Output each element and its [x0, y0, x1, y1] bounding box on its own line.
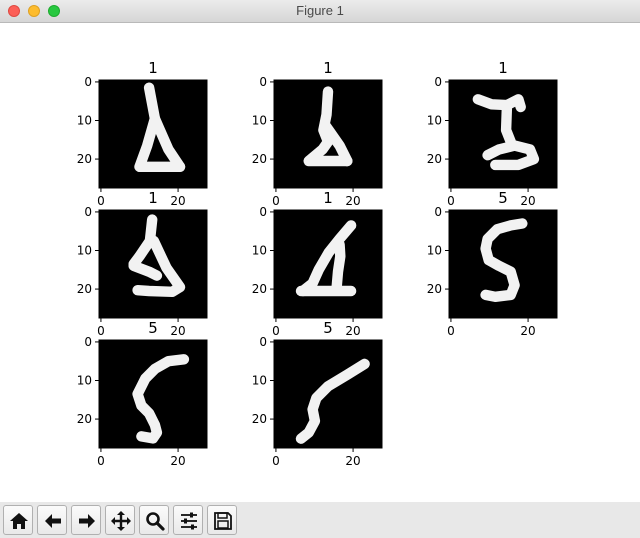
- subplot-panel: 5 0 20 0 10 20: [77, 319, 208, 468]
- home-button[interactable]: [3, 505, 33, 535]
- x-tick-label: 20: [345, 194, 360, 208]
- y-tick-label: 10: [252, 244, 267, 258]
- y-tick-label: 0: [84, 335, 92, 349]
- window-title: Figure 1: [296, 3, 344, 18]
- forward-button[interactable]: [71, 505, 101, 535]
- subplot-panel: 5 0 20 0 10 20: [252, 319, 383, 468]
- y-tick-label: 20: [77, 282, 92, 296]
- configure-subplots-button[interactable]: [173, 505, 203, 535]
- sliders-icon: [181, 512, 197, 530]
- subplot-panel: 10 2001020: [77, 59, 208, 208]
- subplot-title: 5: [498, 189, 508, 207]
- subplot-title: 5: [148, 319, 158, 337]
- digit-image: [274, 340, 382, 448]
- subplot-panel: 10 2001020: [252, 189, 383, 338]
- y-tick-label: 10: [77, 374, 92, 388]
- y-tick-label: 0: [434, 75, 442, 89]
- save-button[interactable]: [207, 505, 237, 535]
- navigation-toolbar: [0, 502, 640, 538]
- x-tick-label: 20: [170, 194, 185, 208]
- x-tick-label: 0: [97, 324, 105, 338]
- x-tick-label: 0: [447, 324, 455, 338]
- y-tick-label: 10: [252, 114, 267, 128]
- y-tick-label: 10: [427, 244, 442, 258]
- magnifier-icon: [146, 512, 165, 531]
- subplot-panel: 5 0 20 0 10 20: [427, 189, 558, 338]
- x-tick-label: 20: [170, 454, 185, 468]
- x-tick-label: 0: [447, 194, 455, 208]
- figure-svg: 10 200102010 200102010 200102010 200102010 20…: [77, 59, 558, 468]
- subplot-panel: 10 2001020: [427, 59, 558, 208]
- y-tick-label: 20: [252, 152, 267, 166]
- subplot-title: 5: [323, 319, 333, 337]
- x-tick-label: 20: [345, 324, 360, 338]
- subplot-panel: 10 2001020: [252, 59, 383, 208]
- x-tick-label: 0: [97, 454, 105, 468]
- x-tick-label: 0: [272, 324, 280, 338]
- subplot-title: 1: [323, 189, 333, 207]
- y-tick-label: 20: [252, 282, 267, 296]
- y-tick-label: 0: [259, 205, 267, 219]
- y-tick-label: 0: [84, 205, 92, 219]
- y-tick-label: 20: [427, 282, 442, 296]
- y-tick-label: 20: [77, 152, 92, 166]
- x-tick-label: 0: [97, 194, 105, 208]
- x-tick-label: 0: [272, 454, 280, 468]
- subplot-title: 1: [323, 59, 333, 77]
- subplot-title: 1: [148, 59, 158, 77]
- zoom-button[interactable]: [139, 505, 169, 535]
- x-tick-label: 20: [345, 454, 360, 468]
- arrow-left-icon: [45, 514, 61, 528]
- y-tick-label: 20: [427, 152, 442, 166]
- y-tick-label: 20: [77, 412, 92, 426]
- y-tick-label: 0: [434, 205, 442, 219]
- digit-stroke: [472, 94, 526, 113]
- pan-button[interactable]: [105, 505, 135, 535]
- y-tick-label: 10: [427, 114, 442, 128]
- floppy-icon: [214, 512, 232, 530]
- subplot-title: 1: [498, 59, 508, 77]
- x-tick-label: 20: [170, 324, 185, 338]
- arrow-right-icon: [79, 514, 95, 528]
- y-tick-label: 10: [252, 374, 267, 388]
- back-button[interactable]: [37, 505, 67, 535]
- y-tick-label: 0: [259, 335, 267, 349]
- figure-canvas[interactable]: 1 0 20 0 10 20 1 0 20 0 10 20 1 0 20 0 10 20 1 0 20 0 10 20 1 0 20…: [0, 23, 640, 502]
- subplot-title: 1: [148, 189, 158, 207]
- x-tick-label: 20: [520, 324, 535, 338]
- digit-stroke: [331, 239, 346, 295]
- window-titlebar: Figure 1: [0, 0, 640, 23]
- y-tick-label: 0: [259, 75, 267, 89]
- home-icon: [10, 513, 28, 529]
- y-tick-label: 20: [252, 412, 267, 426]
- x-tick-label: 0: [272, 194, 280, 208]
- move-icon: [111, 511, 131, 531]
- subplot-panel: 10 2001020: [77, 189, 208, 338]
- y-tick-label: 10: [77, 114, 92, 128]
- y-tick-label: 0: [84, 75, 92, 89]
- x-tick-label: 20: [520, 194, 535, 208]
- digit-stroke: [500, 101, 516, 147]
- y-tick-label: 10: [77, 244, 92, 258]
